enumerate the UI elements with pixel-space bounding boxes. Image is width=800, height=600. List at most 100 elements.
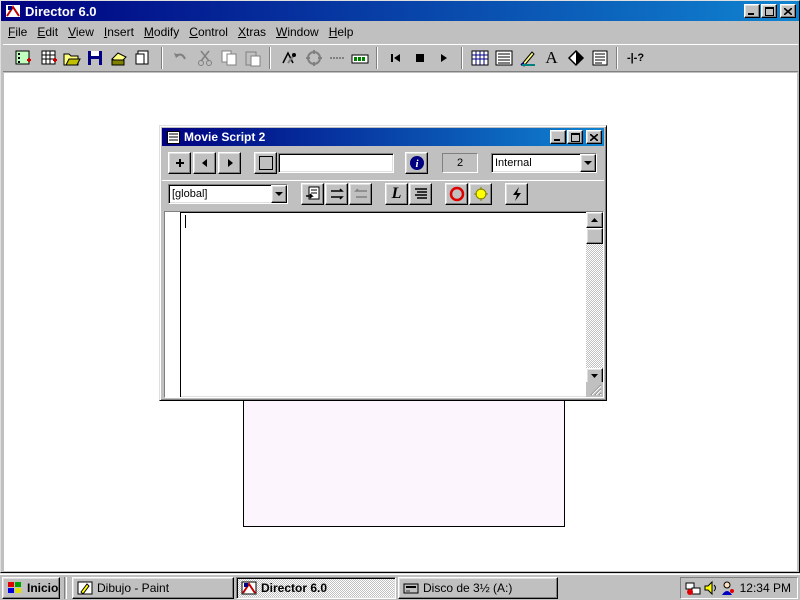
chevron-down-icon[interactable]	[271, 185, 287, 203]
main-titlebar[interactable]: Director 6.0	[1, 1, 799, 21]
windows-logo-icon	[7, 580, 23, 596]
script-window-title: Movie Script 2	[184, 130, 266, 144]
menu-edit[interactable]: Edit	[32, 25, 63, 39]
xtras-help-icon[interactable]: -|-?	[624, 47, 647, 69]
cast-window-icon[interactable]	[492, 47, 515, 69]
script-window-titlebar[interactable]: Movie Script 2	[162, 128, 604, 146]
stop-icon[interactable]	[408, 47, 431, 69]
menu-view[interactable]: View	[63, 25, 99, 39]
chevron-down-icon[interactable]	[580, 154, 596, 172]
castlib-select[interactable]: Internal	[491, 153, 597, 173]
watch-expression-icon[interactable]	[469, 183, 492, 205]
previous-cast-member-button[interactable]	[193, 152, 216, 174]
volume-icon[interactable]	[703, 580, 719, 596]
script-maximize-button[interactable]	[567, 130, 583, 144]
task-label: Disco de 3½ (A:)	[423, 581, 513, 595]
comment-icon[interactable]	[325, 183, 348, 205]
main-window-title: Director 6.0	[25, 3, 97, 19]
toolbar-separator	[461, 47, 463, 69]
play-icon[interactable]	[432, 47, 455, 69]
import-icon[interactable]	[131, 47, 154, 69]
toolbar-separator	[269, 47, 271, 69]
message-window-icon[interactable]	[588, 47, 611, 69]
menu-control[interactable]: Control	[184, 25, 233, 39]
paint-app-icon	[77, 580, 93, 596]
director-app-icon	[241, 580, 257, 596]
save-and-compact-icon[interactable]	[107, 47, 130, 69]
alphabetical-lingo-icon[interactable]: L	[385, 183, 408, 205]
copy-icon[interactable]	[217, 47, 240, 69]
new-movie-icon[interactable]	[11, 47, 34, 69]
vertical-scrollbar[interactable]	[586, 212, 603, 384]
menu-bar: File Edit View Insert Modify Control Xtr…	[3, 22, 358, 42]
handler-select-value: [global]	[172, 188, 208, 200]
next-cast-member-button[interactable]	[218, 152, 241, 174]
task-floppy-drive[interactable]: Disco de 3½ (A:)	[398, 577, 558, 599]
toolbar-separator	[616, 47, 618, 69]
task-paint[interactable]: Dibujo - Paint	[72, 577, 234, 599]
menu-window[interactable]: Window	[271, 25, 324, 39]
score-icon[interactable]	[468, 47, 491, 69]
uncomment-icon[interactable]	[349, 183, 372, 205]
script-window: Movie Script 2 i 2 Internal [global] L	[159, 125, 607, 401]
paste-icon[interactable]	[241, 47, 264, 69]
script-minimize-button[interactable]	[550, 130, 566, 144]
script-cast-toolbar: i 2 Internal	[162, 148, 604, 176]
new-script-button[interactable]	[168, 152, 191, 174]
categorized-lingo-icon[interactable]	[409, 183, 432, 205]
menu-xtras[interactable]: Xtras	[233, 25, 271, 39]
toggle-breakpoint-icon[interactable]	[445, 183, 468, 205]
toolbar-separator	[161, 47, 163, 69]
undo-icon[interactable]	[168, 47, 191, 69]
go-to-handler-icon[interactable]	[301, 183, 324, 205]
castlib-select-value: Internal	[495, 157, 532, 169]
scrollbar-thumb[interactable]	[586, 228, 603, 244]
cut-icon[interactable]	[193, 47, 216, 69]
task-director[interactable]: Director 6.0	[236, 577, 396, 599]
text-caret	[185, 215, 186, 228]
task-label: Dibujo - Paint	[97, 581, 170, 595]
minimize-button[interactable]	[744, 4, 760, 18]
close-button[interactable]	[780, 4, 796, 18]
taskbar-separator	[64, 577, 67, 599]
cast-member-info-icon[interactable]: i	[405, 152, 428, 174]
scroll-up-arrow-icon[interactable]	[586, 212, 603, 228]
menu-file[interactable]: File	[3, 25, 32, 39]
field-window-icon[interactable]	[564, 47, 587, 69]
save-icon[interactable]	[83, 47, 106, 69]
resize-grip-icon[interactable]	[586, 382, 603, 397]
network-icon[interactable]	[685, 580, 701, 596]
script-window-icon[interactable]	[166, 130, 180, 144]
handler-select[interactable]: [global]	[168, 184, 288, 204]
open-icon[interactable]	[60, 47, 83, 69]
breakpoint-gutter[interactable]	[165, 212, 181, 397]
rewind-icon[interactable]	[384, 47, 407, 69]
script-editing-toolbar: [global] L	[162, 180, 604, 208]
floppy-drive-icon	[403, 580, 419, 596]
start-button[interactable]: Inicio	[2, 577, 60, 599]
script-icon[interactable]	[325, 47, 348, 69]
start-label: Inicio	[27, 581, 59, 595]
menu-modify[interactable]: Modify	[139, 25, 184, 39]
cast-member-properties-icon[interactable]	[302, 47, 325, 69]
stage[interactable]	[243, 400, 565, 527]
user-icon[interactable]	[721, 580, 737, 596]
recompile-icon[interactable]	[505, 183, 528, 205]
script-editor[interactable]	[164, 211, 604, 398]
script-close-button[interactable]	[586, 130, 602, 144]
paint-window-icon[interactable]	[516, 47, 539, 69]
director-app-icon[interactable]	[5, 3, 21, 19]
drag-cast-member-icon[interactable]	[254, 152, 277, 174]
maximize-button[interactable]	[761, 4, 777, 18]
main-toolbar: A -|-?	[3, 44, 798, 72]
cast-icon[interactable]	[348, 47, 371, 69]
cast-member-name-field[interactable]	[278, 153, 394, 173]
new-cast-icon[interactable]	[37, 47, 60, 69]
menu-insert[interactable]: Insert	[99, 25, 139, 39]
taskbar: Inicio Dibujo - Paint Director 6.0 Disco…	[0, 573, 800, 600]
text-window-icon[interactable]: A	[540, 47, 563, 69]
task-label: Director 6.0	[261, 581, 328, 595]
clock[interactable]: 12:34 PM	[740, 581, 791, 595]
exchange-cast-members-icon[interactable]	[277, 47, 300, 69]
menu-help[interactable]: Help	[324, 25, 359, 39]
